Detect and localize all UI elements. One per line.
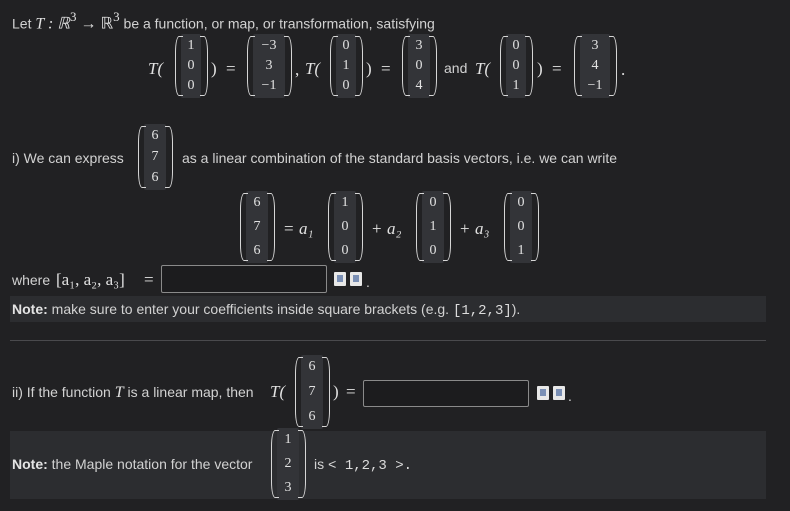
- T-label-3: T(: [475, 59, 491, 78]
- T-label-2: T(: [305, 59, 321, 78]
- help-icon[interactable]: [553, 386, 565, 400]
- part2-label: ii) If the function T is a linear map, t…: [12, 384, 254, 401]
- a2-symbol: a₂: [387, 219, 402, 238]
- T2-output-vector: 304: [415, 38, 423, 93]
- paren-close: ): [211, 59, 217, 78]
- equals: =: [284, 219, 294, 238]
- image-input[interactable]: [363, 380, 529, 407]
- a1-symbol: a₁: [299, 219, 314, 238]
- period: .: [568, 388, 572, 404]
- equals: =: [144, 270, 154, 289]
- part2-vector: 676: [308, 359, 316, 424]
- T-label-part2: T(: [270, 382, 286, 401]
- equals: =: [381, 59, 391, 78]
- T1-input-vector: 100: [187, 38, 195, 93]
- equals: =: [552, 59, 562, 78]
- paren: [609, 36, 617, 96]
- e3-vector: 001: [517, 195, 525, 258]
- intro-text: Let T : ℝ3 → ℝ3 be a function, or map, o…: [12, 9, 435, 33]
- paren: [531, 193, 539, 261]
- e2-vector: 010: [429, 195, 437, 258]
- paren: [525, 36, 533, 96]
- part1-vector: 676: [151, 128, 159, 185]
- where-text: where: [12, 272, 51, 288]
- paren: [355, 36, 363, 96]
- T1-output-vector: −3 3 −1: [261, 38, 277, 93]
- paren-close: ): [366, 59, 372, 78]
- T-label-1: T(: [148, 59, 164, 78]
- paren: [443, 193, 451, 261]
- paren: [429, 36, 437, 96]
- equals: =: [226, 59, 236, 78]
- paren: [298, 430, 306, 498]
- preview-icon[interactable]: [537, 386, 549, 400]
- T3-input-vector: 001: [512, 38, 520, 93]
- note-1: Note: make sure to enter your coefficien…: [12, 301, 521, 319]
- part1-label: i) We can express: [12, 150, 124, 166]
- preview-icon[interactable]: [334, 272, 346, 286]
- coefficients-input[interactable]: [161, 265, 327, 293]
- coeffs-label: [a₁, a₂, a₃]: [56, 270, 125, 289]
- T2-input-vector: 010: [342, 38, 350, 93]
- paren: [267, 193, 275, 261]
- T3-output-vector: 3 4 −1: [587, 38, 603, 93]
- a3-symbol: a₃: [475, 219, 490, 238]
- comma: ,: [295, 60, 300, 79]
- paren: [200, 36, 208, 96]
- equals: =: [346, 382, 356, 401]
- note-2-text: Note: the Maple notation for the vector: [12, 456, 253, 472]
- e1-vector: 100: [341, 195, 349, 258]
- plus: +: [372, 219, 382, 238]
- period: .: [621, 60, 626, 79]
- note-2-is: is < 1,2,3 >.: [314, 456, 413, 474]
- plus: +: [460, 219, 470, 238]
- paren: [355, 193, 363, 261]
- lhs-vector: 676: [253, 195, 261, 258]
- paren-close: ): [333, 382, 339, 401]
- note-vector: 123: [284, 432, 292, 495]
- help-icon[interactable]: [350, 272, 362, 286]
- divider: [10, 340, 766, 341]
- paren: [284, 36, 292, 96]
- paren: [165, 126, 173, 188]
- period: .: [366, 274, 370, 290]
- paren: [322, 357, 330, 427]
- part1-description: as a linear combination of the standard …: [182, 150, 617, 166]
- and-text: and: [444, 60, 468, 76]
- paren-close: ): [537, 59, 543, 78]
